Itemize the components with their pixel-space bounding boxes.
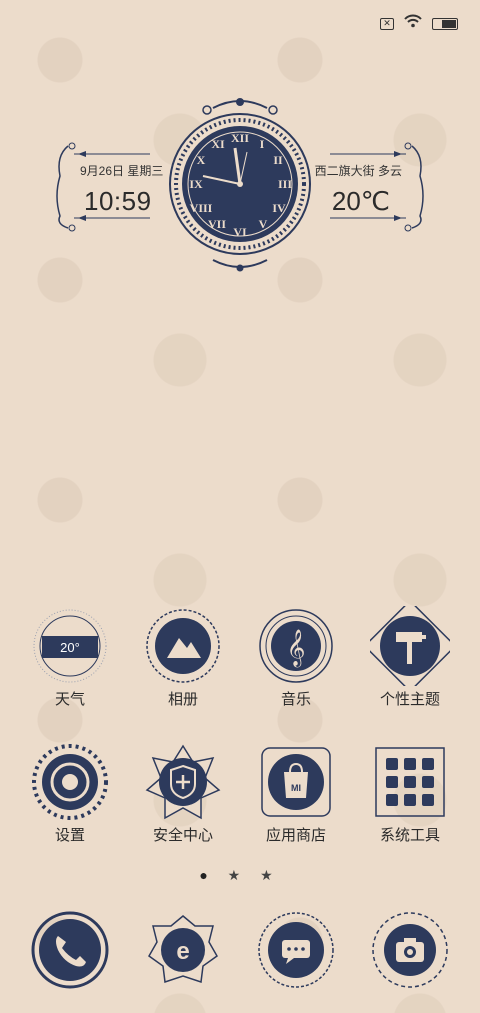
wifi-icon — [404, 14, 422, 33]
widget-location-weather: 西二旗大街 多云 — [314, 164, 402, 178]
app-settings[interactable]: 设置 — [15, 742, 125, 845]
analog-clock: XII I II III IV V VI VII VIII IX X XI — [169, 98, 311, 272]
page-indicator[interactable]: ● ★ ★ — [0, 867, 480, 884]
dock-camera[interactable] — [355, 910, 465, 990]
svg-text:III: III — [278, 177, 292, 191]
grid-icon — [370, 742, 450, 822]
battery-icon — [432, 17, 458, 30]
app-gallery[interactable]: 相册 — [128, 606, 238, 709]
app-label: 安全中心 — [152, 827, 213, 844]
treble-clef-icon: 𝄞 — [256, 606, 336, 686]
svg-text:VIII: VIII — [190, 201, 213, 215]
svg-text:VII: VII — [208, 217, 226, 231]
camera-icon — [370, 910, 450, 990]
app-label: 个性主题 — [379, 691, 440, 708]
weather-icon: 20° — [30, 606, 110, 686]
svg-text:e: e — [176, 938, 189, 965]
svg-text:X: X — [197, 153, 206, 167]
svg-text:IV: IV — [272, 201, 286, 215]
app-music[interactable]: 𝄞 音乐 — [241, 606, 351, 709]
no-sim-icon: ✕ — [380, 17, 394, 30]
mountain-icon — [143, 606, 223, 686]
paint-roller-icon — [363, 599, 457, 693]
app-themes[interactable]: 个性主题 — [355, 599, 465, 709]
page-dot-1[interactable]: ● — [199, 867, 215, 883]
app-label: 音乐 — [280, 691, 311, 708]
app-label: 天气 — [54, 691, 85, 708]
app-label: 应用商店 — [265, 827, 326, 844]
app-label: 系统工具 — [379, 827, 440, 844]
page-dot-3[interactable]: ★ — [260, 867, 281, 883]
svg-text:I: I — [260, 137, 265, 151]
app-system-tools[interactable]: 系统工具 — [355, 742, 465, 845]
shopping-bag-icon: MI — [256, 742, 336, 822]
clock-weather-widget[interactable]: 9月26日 星期三 10:59 西二旗大街 多云 20℃ XII I II II… — [0, 96, 480, 276]
svg-text:XII: XII — [231, 131, 249, 145]
svg-text:MI: MI — [291, 783, 301, 793]
app-label: 相册 — [167, 691, 198, 708]
svg-text:𝄞: 𝄞 — [287, 628, 306, 667]
dock-browser[interactable]: e — [128, 910, 238, 990]
svg-text:VI: VI — [233, 225, 247, 239]
widget-date: 9月26日 星期三 — [80, 164, 164, 178]
app-security[interactable]: 安全中心 — [128, 742, 238, 845]
message-icon — [256, 910, 336, 990]
svg-text:IX: IX — [189, 177, 203, 191]
widget-time: 10:59 — [84, 186, 152, 216]
browser-icon: e — [143, 910, 223, 990]
status-bar: ✕ — [380, 14, 458, 33]
app-store[interactable]: MI 应用商店 — [241, 742, 351, 845]
svg-text:XI: XI — [211, 137, 225, 151]
widget-temperature: 20℃ — [331, 186, 390, 216]
phone-icon — [30, 910, 110, 990]
dock-messages[interactable] — [241, 910, 351, 990]
dock-phone[interactable] — [15, 910, 125, 990]
page-dot-2[interactable]: ★ — [228, 867, 249, 883]
app-weather[interactable]: 20° 天气 — [15, 606, 125, 709]
shield-icon — [143, 742, 223, 822]
svg-text:20°: 20° — [60, 640, 80, 655]
app-label: 设置 — [54, 827, 85, 844]
svg-text:V: V — [259, 217, 268, 231]
svg-text:II: II — [273, 153, 283, 167]
gear-icon — [30, 742, 110, 822]
